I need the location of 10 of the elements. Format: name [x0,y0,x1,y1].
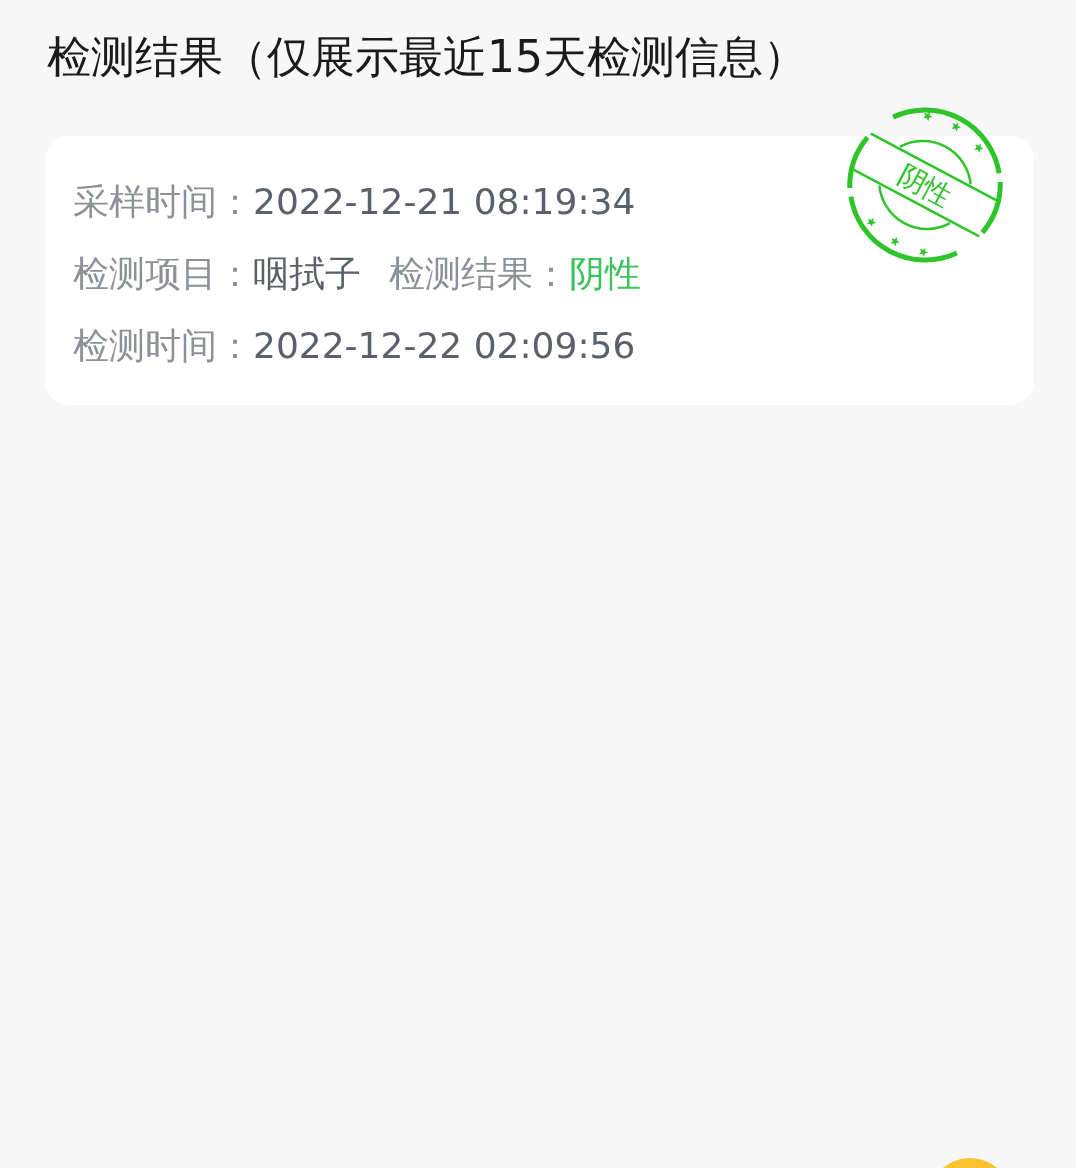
field-value: 阴性 [569,252,641,294]
page-title: 检测结果（仅展示最近15天检测信息） [47,30,808,84]
field-label: 检测时间： [73,324,253,366]
field-label: 采样时间： [73,180,253,222]
field-label: 检测结果： [389,252,569,294]
field-label: 检测项目： [73,252,253,294]
field-value: 咽拭子 [253,252,361,294]
field-value: 2022-12-22 02:09:56 [253,324,636,366]
field-value: 2022-12-21 08:19:34 [253,180,636,222]
stamp-text: 阴性 [892,157,958,214]
